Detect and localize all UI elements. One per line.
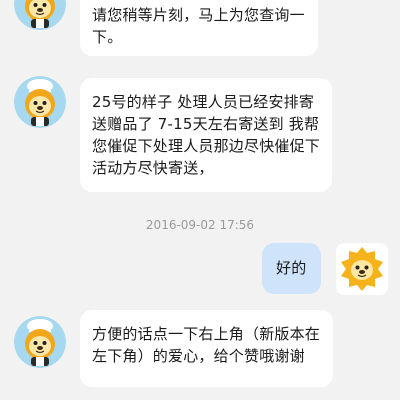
agent-message-bubble[interactable]: 请您稍等片刻，马上为您查询一 下。 — [80, 0, 318, 56]
message-line: 活动方尽快寄送， — [92, 159, 214, 177]
chef-lion-mascot-icon — [14, 76, 66, 128]
message-line: 请您稍等片刻，马上为您查询一 — [92, 6, 305, 24]
chef-lion-mascot-icon — [14, 0, 66, 30]
agent-message-bubble[interactable]: 25号的样子 处理人员已经安排寄 送赠品了 7-15天左右寄送到 我帮 您催促下… — [80, 78, 332, 192]
user-avatar[interactable] — [336, 243, 388, 295]
message-line: 左下角）的爱心，给个赞哦谢谢 — [92, 347, 305, 365]
message-line: 送赠品了 7-15天左右寄送到 我帮 — [92, 115, 320, 133]
message-line: 您催促下处理人员那边尽快催促下 — [92, 137, 321, 155]
message-line: 好的 — [276, 259, 307, 277]
agent-avatar[interactable] — [14, 0, 66, 30]
lion-mascot-icon — [336, 243, 388, 295]
message-line: 方便的话点一下右上角（新版本在 — [92, 325, 321, 343]
user-message-bubble[interactable]: 好的 — [262, 243, 321, 294]
agent-message-bubble[interactable]: 方便的话点一下右上角（新版本在 左下角）的爱心，给个赞哦谢谢 — [80, 310, 333, 387]
agent-avatar[interactable] — [14, 316, 66, 368]
message-timestamp: 2016-09-02 17:56 — [145, 218, 255, 232]
message-line: 25号的样子 处理人员已经安排寄 — [92, 93, 315, 111]
agent-avatar[interactable] — [14, 76, 66, 128]
chef-lion-mascot-icon — [14, 316, 66, 368]
message-line: 下。 — [92, 28, 123, 46]
